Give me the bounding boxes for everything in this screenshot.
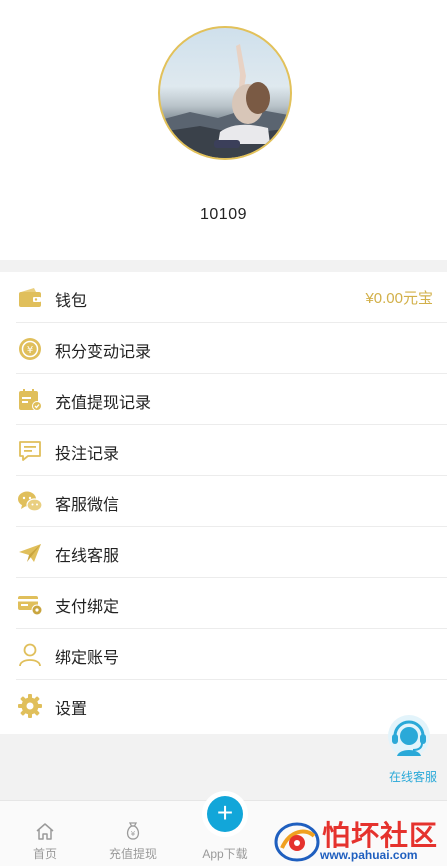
menu-item-points-record[interactable]: ¥ 积分变动记录 [0,323,447,374]
online-service-float-button[interactable]: 在线客服 [382,714,444,786]
menu-item-bind-account[interactable]: 绑定账号 [0,629,447,680]
paper-plane-icon [19,544,41,562]
points-coin-icon: ¥ [19,338,41,360]
tab-app-download[interactable]: + App下载 [180,791,270,866]
menu-item-recharge-record[interactable]: 充值提现记录 [0,374,447,425]
wallet-balance: ¥0.00元宝 [365,290,433,307]
avatar[interactable] [158,26,292,160]
menu-item-label: 设置 [55,701,88,718]
calendar-record-icon [19,389,42,411]
menu-item-online-service[interactable]: 在线客服 [0,527,447,578]
profile-header: 10109 [0,0,447,260]
wechat-icon [18,491,43,512]
plus-circle-icon: + [207,796,243,832]
menu-item-settings[interactable]: 设置 [0,680,447,731]
svg-text:¥: ¥ [27,345,33,356]
menu-item-label: 积分变动记录 [55,344,152,361]
menu-item-label: 投注记录 [55,446,120,463]
menu-item-label: 充值提现记录 [55,395,152,412]
menu-item-wallet[interactable]: 钱包 ¥0.00元宝 [0,272,447,323]
message-record-icon [19,441,41,461]
menu-item-label: 支付绑定 [55,599,120,616]
menu-item-label: 客服微信 [55,497,120,514]
menu-list: 钱包 ¥0.00元宝 ¥ 积分变动记录 充值提现记录 投注记录 客服微信 在线客… [0,272,447,734]
wallet-icon [19,288,41,307]
bottom-tab-bar: 首页 ¥ 充值提现 + App下载 [0,791,447,866]
tab-label: 首页 [32,847,57,861]
user-icon [19,643,41,667]
svg-text:¥: ¥ [131,830,136,838]
username: 10109 [200,206,247,223]
tab-label: 充值提现 [108,847,157,861]
menu-item-payment-binding[interactable]: 支付绑定 [0,578,447,629]
money-bag-icon: ¥ [126,822,140,840]
home-icon [36,823,54,840]
menu-item-label: 绑定账号 [55,650,120,667]
menu-item-label: 钱包 [55,293,88,310]
tab-recharge-withdraw[interactable]: ¥ 充值提现 [88,801,178,866]
tab-label: App下载 [202,847,248,861]
menu-item-label: 在线客服 [55,548,120,565]
tab-home[interactable]: 首页 [0,801,90,866]
headset-agent-icon [388,715,430,757]
card-gear-icon [18,596,43,616]
online-service-label: 在线客服 [388,770,437,784]
menu-item-service-wechat[interactable]: 客服微信 [0,476,447,527]
gear-icon [18,694,42,718]
menu-item-bet-record[interactable]: 投注记录 [0,425,447,476]
